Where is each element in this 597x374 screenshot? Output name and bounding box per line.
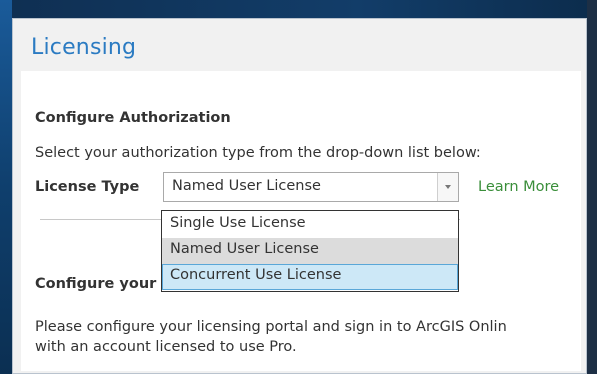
license-type-select[interactable]: Named User License <box>163 172 459 202</box>
chevron-down-icon[interactable] <box>437 173 458 201</box>
desktop-background-left <box>0 0 12 374</box>
license-type-dropdown-list: Single Use License Named User License Co… <box>161 210 459 292</box>
learn-more-link[interactable]: Learn More <box>478 179 559 195</box>
configure-authorization-heading: Configure Authorization <box>35 110 231 126</box>
portal-description-line1: Please configure your licensing portal a… <box>35 319 507 335</box>
desktop-background-top <box>0 0 597 20</box>
license-type-selected-value: Named User License <box>172 178 321 194</box>
page-title: Licensing <box>31 35 137 60</box>
option-named-user-license[interactable]: Named User License <box>162 238 458 264</box>
license-type-label: License Type <box>35 179 140 195</box>
configure-portal-heading: Configure your <box>35 276 157 292</box>
licensing-panel: Configure Authorization Select your auth… <box>21 71 581 371</box>
portal-description-line2: with an account licensed to use Pro. <box>35 339 297 355</box>
desktop-background-right <box>587 0 597 374</box>
option-concurrent-use-license[interactable]: Concurrent Use License <box>162 264 458 290</box>
authorization-instructions: Select your authorization type from the … <box>35 145 481 161</box>
option-single-use-license[interactable]: Single Use License <box>162 212 458 238</box>
